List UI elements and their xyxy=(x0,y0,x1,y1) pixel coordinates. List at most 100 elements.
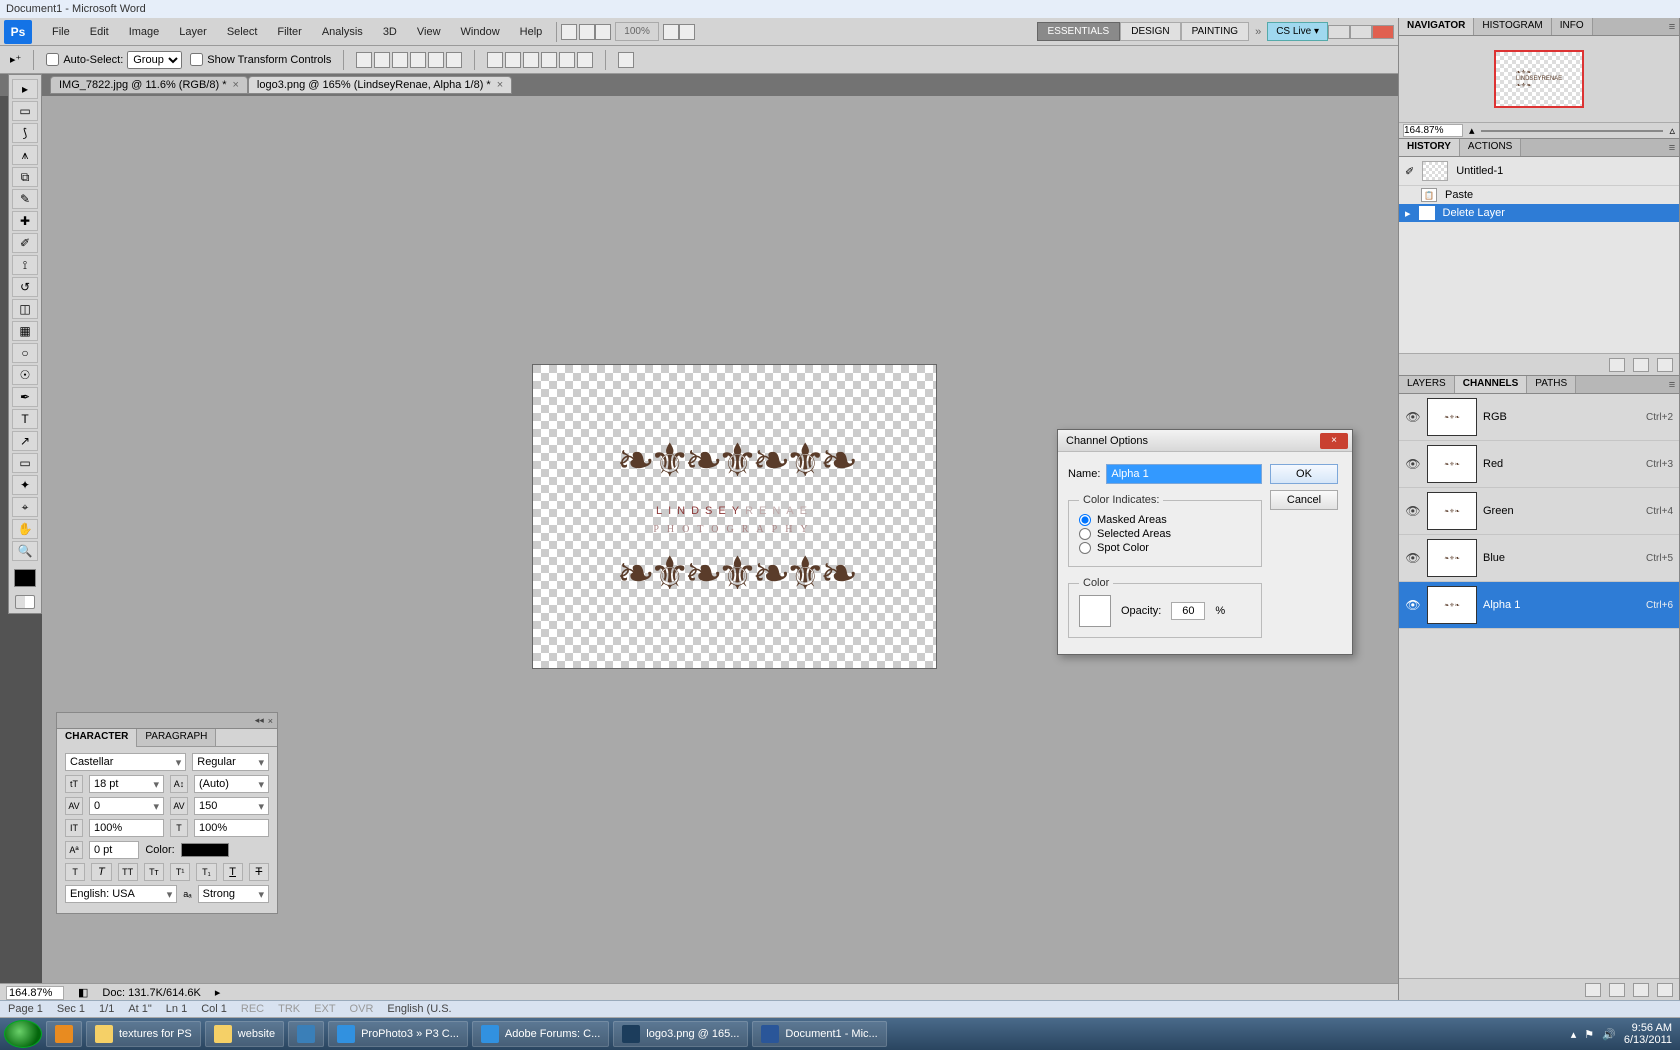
history-snapshot[interactable]: ✐ Untitled-1 xyxy=(1399,157,1679,186)
zoom-in-icon[interactable]: ▵ xyxy=(1669,124,1675,137)
transform-input[interactable] xyxy=(190,53,203,66)
color-swatch[interactable] xyxy=(1079,595,1111,627)
menu-layer[interactable]: Layer xyxy=(169,22,217,42)
eyedropper-tool-icon[interactable]: ✎ xyxy=(12,189,38,209)
channel-row[interactable]: 👁 ❧⚜❧ Green Ctrl+4 xyxy=(1399,488,1679,535)
strike-icon[interactable]: T xyxy=(249,863,269,881)
flag-icon[interactable]: ⚑ xyxy=(1584,1028,1594,1041)
nav-zoom-input[interactable] xyxy=(1403,124,1463,137)
italic-icon[interactable]: T xyxy=(91,863,111,881)
transform-checkbox[interactable]: Show Transform Controls xyxy=(190,53,331,66)
subscript-icon[interactable]: T₁ xyxy=(196,863,216,881)
visibility-icon[interactable]: 👁 xyxy=(1405,409,1421,425)
menu-view[interactable]: View xyxy=(407,22,451,42)
move-tool-icon[interactable]: ▸ xyxy=(12,79,38,99)
zoom-out-icon[interactable]: ▴ xyxy=(1469,124,1475,137)
marquee-tool-icon[interactable]: ▭ xyxy=(12,101,38,121)
channel-row[interactable]: 👁 ❧⚜❧ RGB Ctrl+2 xyxy=(1399,394,1679,441)
zoom-tool-icon[interactable]: 🔍 xyxy=(12,541,38,561)
clock[interactable]: 9:56 AM 6/13/2011 xyxy=(1624,1022,1672,1046)
align-icons-2[interactable] xyxy=(487,52,593,68)
tab-navigator[interactable]: NAVIGATOR xyxy=(1399,18,1474,35)
underline-icon[interactable]: T xyxy=(223,863,243,881)
auto-select-dropdown[interactable]: Group xyxy=(127,51,182,69)
status-handle-icon[interactable]: ◧ xyxy=(78,986,88,999)
crop-tool-icon[interactable]: ⧉ xyxy=(12,167,38,187)
load-selection-icon[interactable] xyxy=(1585,983,1601,997)
cs-live-button[interactable]: CS Live ▾ xyxy=(1267,22,1328,41)
history-brush-tool-icon[interactable]: ↺ xyxy=(12,277,38,297)
history-item[interactable]: ▸ — Delete Layer xyxy=(1399,204,1679,222)
screen-mode-icon[interactable] xyxy=(663,24,679,40)
menu-file[interactable]: File xyxy=(42,22,80,42)
path-tool-icon[interactable]: ↗ xyxy=(12,431,38,451)
workspace-essentials[interactable]: ESSENTIALS xyxy=(1037,22,1121,41)
gradient-tool-icon[interactable]: ▦ xyxy=(12,321,38,341)
opacity-input[interactable] xyxy=(1171,602,1205,620)
radio-spot[interactable] xyxy=(1079,542,1091,554)
hand-tool-icon[interactable]: ✋ xyxy=(12,519,38,539)
workspace-design[interactable]: DESIGN xyxy=(1120,22,1180,41)
kerning-input[interactable]: 0▾ xyxy=(89,797,164,815)
antialias-dropdown[interactable]: Strong▾ xyxy=(198,885,269,903)
tray-arrow-icon[interactable]: ▴ xyxy=(1571,1028,1577,1041)
menu-analysis[interactable]: Analysis xyxy=(312,22,373,42)
heal-tool-icon[interactable]: ✚ xyxy=(12,211,38,231)
vscale-input[interactable]: 100% xyxy=(89,819,164,837)
taskbar-item[interactable]: Document1 - Mic... xyxy=(752,1021,886,1047)
dialog-close-icon[interactable]: × xyxy=(1320,433,1348,449)
radio-masked[interactable] xyxy=(1079,514,1091,526)
taskbar-item[interactable]: textures for PS xyxy=(86,1021,201,1047)
tab-paragraph[interactable]: PARAGRAPH xyxy=(137,729,216,747)
type-tool-icon[interactable]: T xyxy=(12,409,38,429)
trash-icon[interactable] xyxy=(1657,358,1673,372)
menu-filter[interactable]: Filter xyxy=(267,22,311,42)
pen-tool-icon[interactable]: ✒ xyxy=(12,387,38,407)
language-dropdown[interactable]: English: USA▾ xyxy=(65,885,177,903)
navigator-preview[interactable]: ❧⚜❧LINDSEYRENAE❧⚜❧ xyxy=(1399,36,1679,122)
panel-menu-icon[interactable]: ≡ xyxy=(1665,139,1679,156)
bold-icon[interactable]: T xyxy=(65,863,85,881)
start-button[interactable] xyxy=(4,1020,42,1048)
smallcaps-icon[interactable]: Tᴛ xyxy=(144,863,164,881)
tab-channels[interactable]: CHANNELS xyxy=(1455,376,1528,393)
tab-close-icon[interactable]: × xyxy=(497,79,503,91)
quick-mask-icon[interactable] xyxy=(15,595,35,609)
color-swatch[interactable] xyxy=(181,843,229,857)
tab-paths[interactable]: PATHS xyxy=(1527,376,1576,393)
arrange-icon[interactable] xyxy=(595,24,611,40)
name-input[interactable] xyxy=(1106,464,1262,484)
new-channel-icon[interactable] xyxy=(1633,983,1649,997)
auto-align-icon[interactable] xyxy=(618,52,634,68)
panel-menu-icon[interactable]: ≡ xyxy=(1665,18,1679,35)
baseline-input[interactable]: 0 pt xyxy=(89,841,139,859)
menu-select[interactable]: Select xyxy=(217,22,268,42)
document-tab-1[interactable]: logo3.png @ 165% (LindseyRenae, Alpha 1/… xyxy=(248,76,512,94)
tab-layers[interactable]: LAYERS xyxy=(1399,376,1455,393)
trash-icon[interactable] xyxy=(1657,983,1673,997)
brush-tool-icon[interactable]: ✐ xyxy=(12,233,38,253)
dodge-tool-icon[interactable]: ☉ xyxy=(12,365,38,385)
channel-row[interactable]: 👁 ❧⚜❧ Blue Ctrl+5 xyxy=(1399,535,1679,582)
tab-info[interactable]: INFO xyxy=(1552,18,1593,35)
visibility-icon[interactable]: 👁 xyxy=(1405,503,1421,519)
tab-history[interactable]: HISTORY xyxy=(1399,139,1460,156)
taskbar-item[interactable] xyxy=(288,1021,324,1047)
window-maximize-icon[interactable] xyxy=(1350,25,1372,39)
close-icon[interactable]: × xyxy=(268,716,273,726)
menu-3d[interactable]: 3D xyxy=(373,22,407,42)
tab-close-icon[interactable]: × xyxy=(232,79,238,91)
align-icons-1[interactable] xyxy=(356,52,462,68)
menu-window[interactable]: Window xyxy=(451,22,510,42)
volume-icon[interactable]: 🔊 xyxy=(1602,1028,1616,1041)
window-close-icon[interactable] xyxy=(1372,25,1394,39)
taskbar-item[interactable]: website xyxy=(205,1021,284,1047)
history-item[interactable]: 📋 Paste xyxy=(1399,186,1679,204)
new-snapshot-icon[interactable] xyxy=(1633,358,1649,372)
panel-menu-icon[interactable]: ≡ xyxy=(1665,376,1679,393)
lasso-tool-icon[interactable]: ⟆ xyxy=(12,123,38,143)
visibility-icon[interactable]: 👁 xyxy=(1405,550,1421,566)
3d-tool-icon[interactable]: ✦ xyxy=(12,475,38,495)
taskbar-item[interactable]: ProPhoto3 » P3 C... xyxy=(328,1021,468,1047)
workspace-painting[interactable]: PAINTING xyxy=(1181,22,1249,41)
